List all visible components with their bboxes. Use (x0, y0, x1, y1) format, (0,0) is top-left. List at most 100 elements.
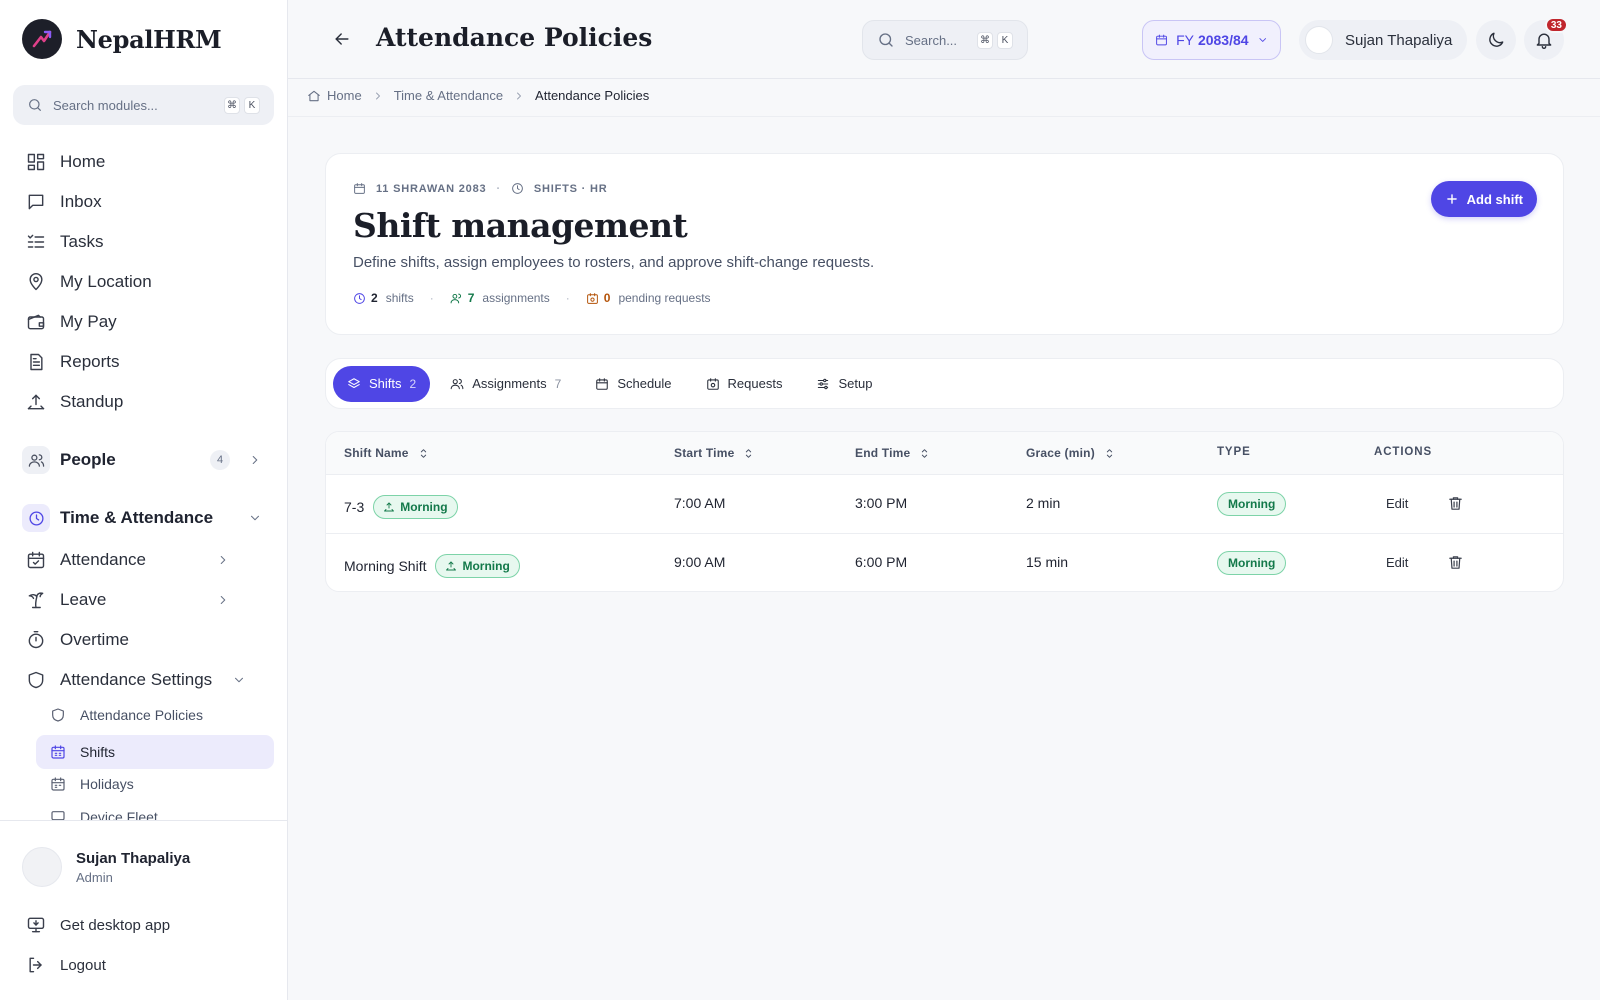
tab-requests[interactable]: Requests (692, 366, 797, 402)
stat-assignments: 7 assignments (450, 291, 550, 305)
column-header-shift-name[interactable]: Shift Name (344, 446, 430, 460)
sidebar-item-attendance[interactable]: Attendance (26, 548, 226, 572)
sidebar-subitem-label: Device Fleet (80, 809, 158, 820)
arrow-left-icon (335, 33, 349, 45)
calendar-clock-icon (586, 292, 598, 304)
column-header-end-time[interactable]: End Time (855, 446, 931, 460)
edit-button[interactable]: Edit (1386, 496, 1408, 511)
shift-name: Morning Shift (344, 558, 427, 574)
user-role: Admin (76, 869, 113, 885)
tab-label: Shifts (369, 376, 402, 391)
sidebar-subitem-label: Holidays (80, 776, 134, 792)
global-search-placeholder: Search... (905, 32, 958, 48)
tab-label: Setup (838, 376, 873, 391)
clock-icon (512, 183, 523, 194)
trash-icon[interactable] (1447, 554, 1464, 571)
calendar-icon (354, 183, 365, 194)
sidebar-item-standup[interactable]: Standup (26, 390, 123, 414)
topbar: Attendance Policies Search... ⌘ K FY 2083/… (288, 0, 1600, 79)
cell-actions: Edit (1386, 554, 1464, 571)
moon-icon (1489, 32, 1504, 47)
sidebar-subitem-holidays[interactable]: Holidays (50, 776, 134, 792)
chevron-right-icon (220, 555, 226, 565)
sidebar-subitem-label: Shifts (80, 744, 116, 760)
module-search-input[interactable]: Search modules... ⌘ K (13, 85, 274, 125)
notifications-button[interactable]: 33 (1524, 17, 1568, 60)
brand[interactable]: NepalHRM (22, 19, 222, 59)
user-menu-button[interactable]: Sujan Thapaliya (1299, 20, 1467, 60)
add-shift-button[interactable]: Add shift (1430, 181, 1537, 217)
cell-actions: Edit (1386, 495, 1464, 512)
tab-count: 2 (409, 376, 417, 391)
tab-shifts[interactable]: Shifts 2 (333, 365, 431, 402)
user-card[interactable]: Sujan Thapaliya Admin (22, 847, 190, 887)
calendar-grid-icon (51, 745, 65, 759)
sidebar-item-my-location[interactable]: My Location (26, 270, 152, 294)
column-header-grace[interactable]: Grace (min) (1026, 446, 1116, 460)
trash-icon[interactable] (1447, 495, 1464, 512)
users-icon (450, 378, 464, 389)
sidebar-subitem-shifts[interactable]: Shifts (36, 735, 274, 769)
tab-label: Assignments (472, 376, 547, 391)
back-button[interactable] (332, 29, 352, 49)
sidebar-subitem-attendance-policies[interactable]: Attendance Policies (50, 707, 203, 723)
column-header-label: Shift Name (344, 446, 409, 460)
stat-pending: 0 pending requests (586, 291, 711, 305)
cmd-key: ⌘ (224, 96, 240, 114)
monitor-download-icon (27, 917, 45, 933)
stat-assignments-count: 7 (467, 291, 475, 305)
cell-shift-name: 7-3 Morning (344, 495, 458, 519)
sidebar-item-label: Attendance (60, 550, 147, 569)
cell-end-time: 3:00 PM (855, 495, 908, 511)
k-key: K (244, 96, 260, 114)
calendar-icon (51, 777, 65, 791)
sidebar-item-tasks[interactable]: Tasks (26, 230, 103, 254)
column-header-start-time[interactable]: Start Time (674, 446, 755, 460)
tab-schedule[interactable]: Schedule (581, 366, 685, 402)
sidebar-item-label: My Location (60, 272, 152, 291)
calendar-check-icon (27, 551, 45, 569)
edit-button[interactable]: Edit (1386, 555, 1408, 570)
sidebar-item-label: Overtime (60, 630, 129, 649)
breadcrumb-home[interactable]: Home (327, 88, 362, 103)
device-icon (51, 811, 65, 820)
palm-tree-icon (28, 592, 44, 609)
sidebar-item-inbox[interactable]: Inbox (26, 190, 102, 214)
sidebar-group-time-attendance[interactable]: Time & Attendance (22, 504, 274, 532)
sidebar-item-home[interactable]: Home (26, 150, 105, 174)
sidebar-item-attendance-settings[interactable]: Attendance Settings (26, 668, 246, 692)
breadcrumb-section[interactable]: Time & Attendance (394, 88, 503, 103)
sidebar-item-reports[interactable]: Reports (26, 350, 120, 374)
type-badge: Morning (1217, 492, 1287, 516)
sidebar-group-people[interactable]: People 4 (22, 446, 274, 474)
cell-grace: 2 min (1026, 495, 1061, 511)
global-search-input[interactable]: Search... ⌘ K (862, 20, 1028, 60)
sidebar-item-my-pay[interactable]: My Pay (26, 310, 117, 334)
sunrise-icon (446, 561, 457, 571)
chevron-down-icon (250, 515, 260, 521)
sidebar-item-overtime[interactable]: Overtime (26, 628, 129, 652)
logout-button[interactable]: Logout (26, 953, 106, 977)
sidebar-subitem-device-fleet[interactable]: Device Fleet (50, 809, 158, 820)
fiscal-year-select[interactable]: FY 2083/84 (1142, 20, 1281, 60)
sort-icon (922, 448, 928, 458)
chevron-right-icon (375, 92, 380, 99)
stat-assignments-label: assignments (482, 291, 550, 305)
table-header: Shift Name Start Time End Time Grace (mi… (326, 432, 1563, 475)
notification-count-badge: 33 (1544, 17, 1568, 33)
brand-name: NepalHRM (76, 24, 222, 54)
column-header-label: Grace (min) (1026, 446, 1095, 460)
theme-toggle-button[interactable] (1476, 20, 1516, 60)
user-name: Sujan Thapaliya (76, 849, 191, 867)
add-shift-label: Add shift (1466, 191, 1523, 207)
stat-pending-count: 0 (603, 291, 611, 305)
location-pin-icon (29, 272, 43, 291)
get-desktop-app-link[interactable]: Get desktop app (26, 913, 170, 937)
sidebar-group-label: Time & Attendance (60, 508, 214, 527)
sliders-icon (818, 378, 829, 389)
sidebar-item-leave[interactable]: Leave (26, 588, 226, 612)
tab-setup[interactable]: Setup (802, 366, 886, 402)
users-icon (22, 446, 50, 474)
tab-assignments[interactable]: Assignments 7 (436, 366, 575, 402)
shift-type-tag: Morning (373, 495, 458, 519)
